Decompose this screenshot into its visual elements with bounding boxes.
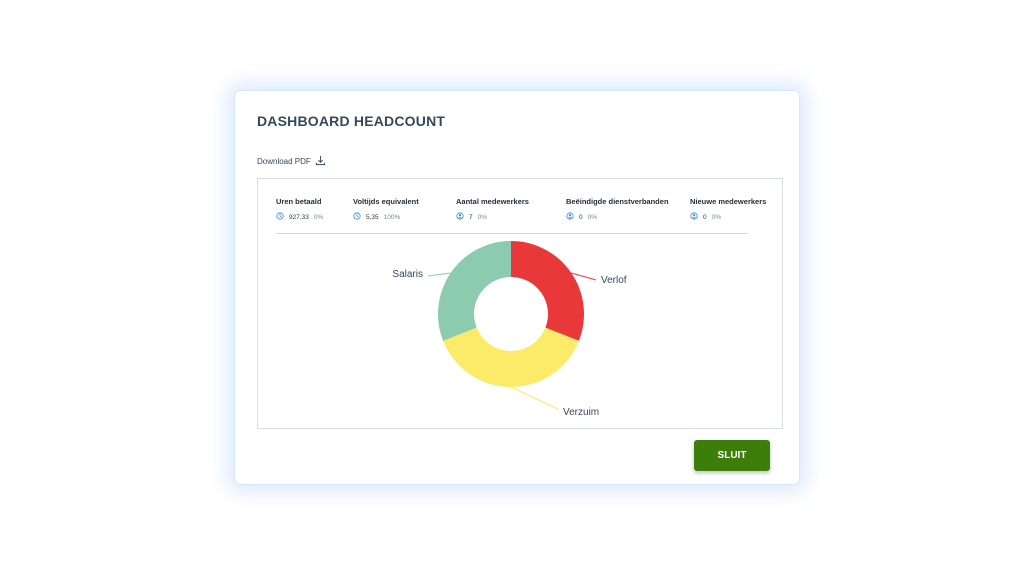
slice-label-verlof: Verlof <box>601 275 627 286</box>
leader-line-salaris <box>427 272 451 277</box>
stats-panel: Uren betaald 927,33 0% Voltijds equivale… <box>257 178 783 429</box>
download-pdf-link[interactable]: Download PDF <box>257 155 326 168</box>
close-button[interactable]: SLUIT <box>694 440 770 471</box>
download-pdf-label: Download PDF <box>257 157 311 166</box>
download-icon <box>315 155 326 168</box>
dashboard-dialog: DASHBOARD HEADCOUNT Download PDF Uren be… <box>234 90 800 485</box>
dialog-title: DASHBOARD HEADCOUNT <box>257 113 446 129</box>
slice-label-verzuim: Verzuim <box>563 407 599 418</box>
slice-label-salaris: Salaris <box>392 269 423 280</box>
donut-slice-salaris <box>438 241 511 341</box>
leader-line-verzuim <box>510 386 559 410</box>
donut-slice-verlof <box>511 241 584 341</box>
donut-slice-verzuim <box>443 327 579 387</box>
leader-line-verlof <box>571 272 597 281</box>
donut-chart: Verlof Verzuim Salaris <box>392 241 627 418</box>
